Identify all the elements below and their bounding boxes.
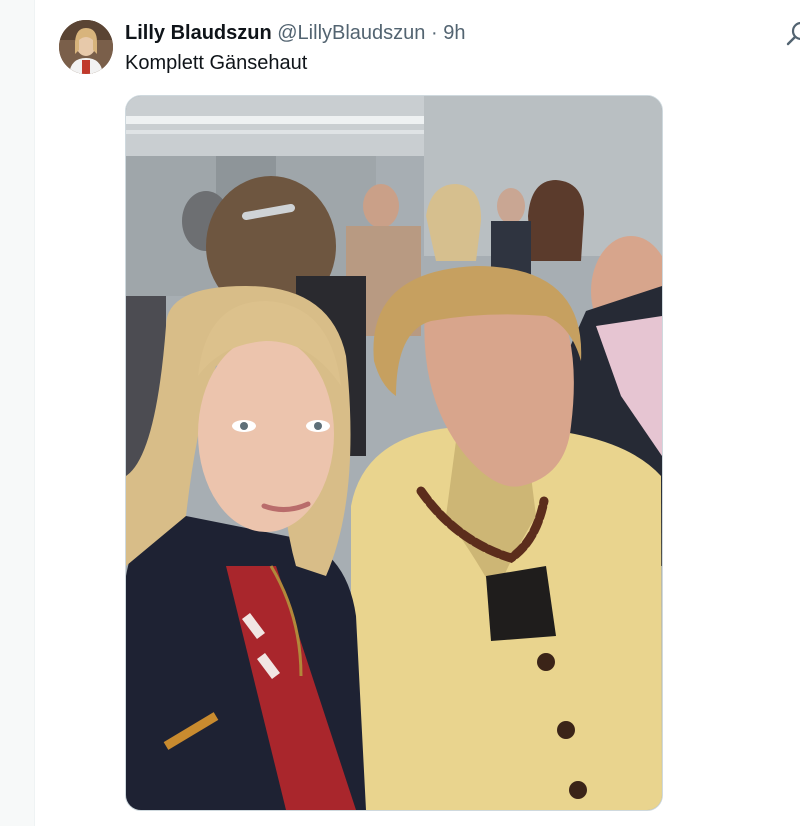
display-name[interactable]: Lilly Blaudszun xyxy=(125,22,272,44)
avatar-photo xyxy=(59,20,113,74)
tweet-text: Komplett Gänsehaut xyxy=(125,52,308,74)
left-column-divider xyxy=(0,0,35,826)
user-handle[interactable]: @LillyBlaudszun xyxy=(277,22,425,44)
tweet-header: Lilly Blaudszun @LillyBlaudszun · 9h xyxy=(125,20,465,46)
separator-dot: · xyxy=(430,22,438,44)
grok-icon[interactable] xyxy=(785,18,800,48)
tweet-photo[interactable] xyxy=(125,95,663,811)
selfie-photo xyxy=(126,96,662,810)
timestamp[interactable]: 9h xyxy=(443,22,465,44)
avatar[interactable] xyxy=(59,20,113,74)
tweet[interactable]: Lilly Blaudszun @LillyBlaudszun · 9h Kom… xyxy=(35,0,800,826)
